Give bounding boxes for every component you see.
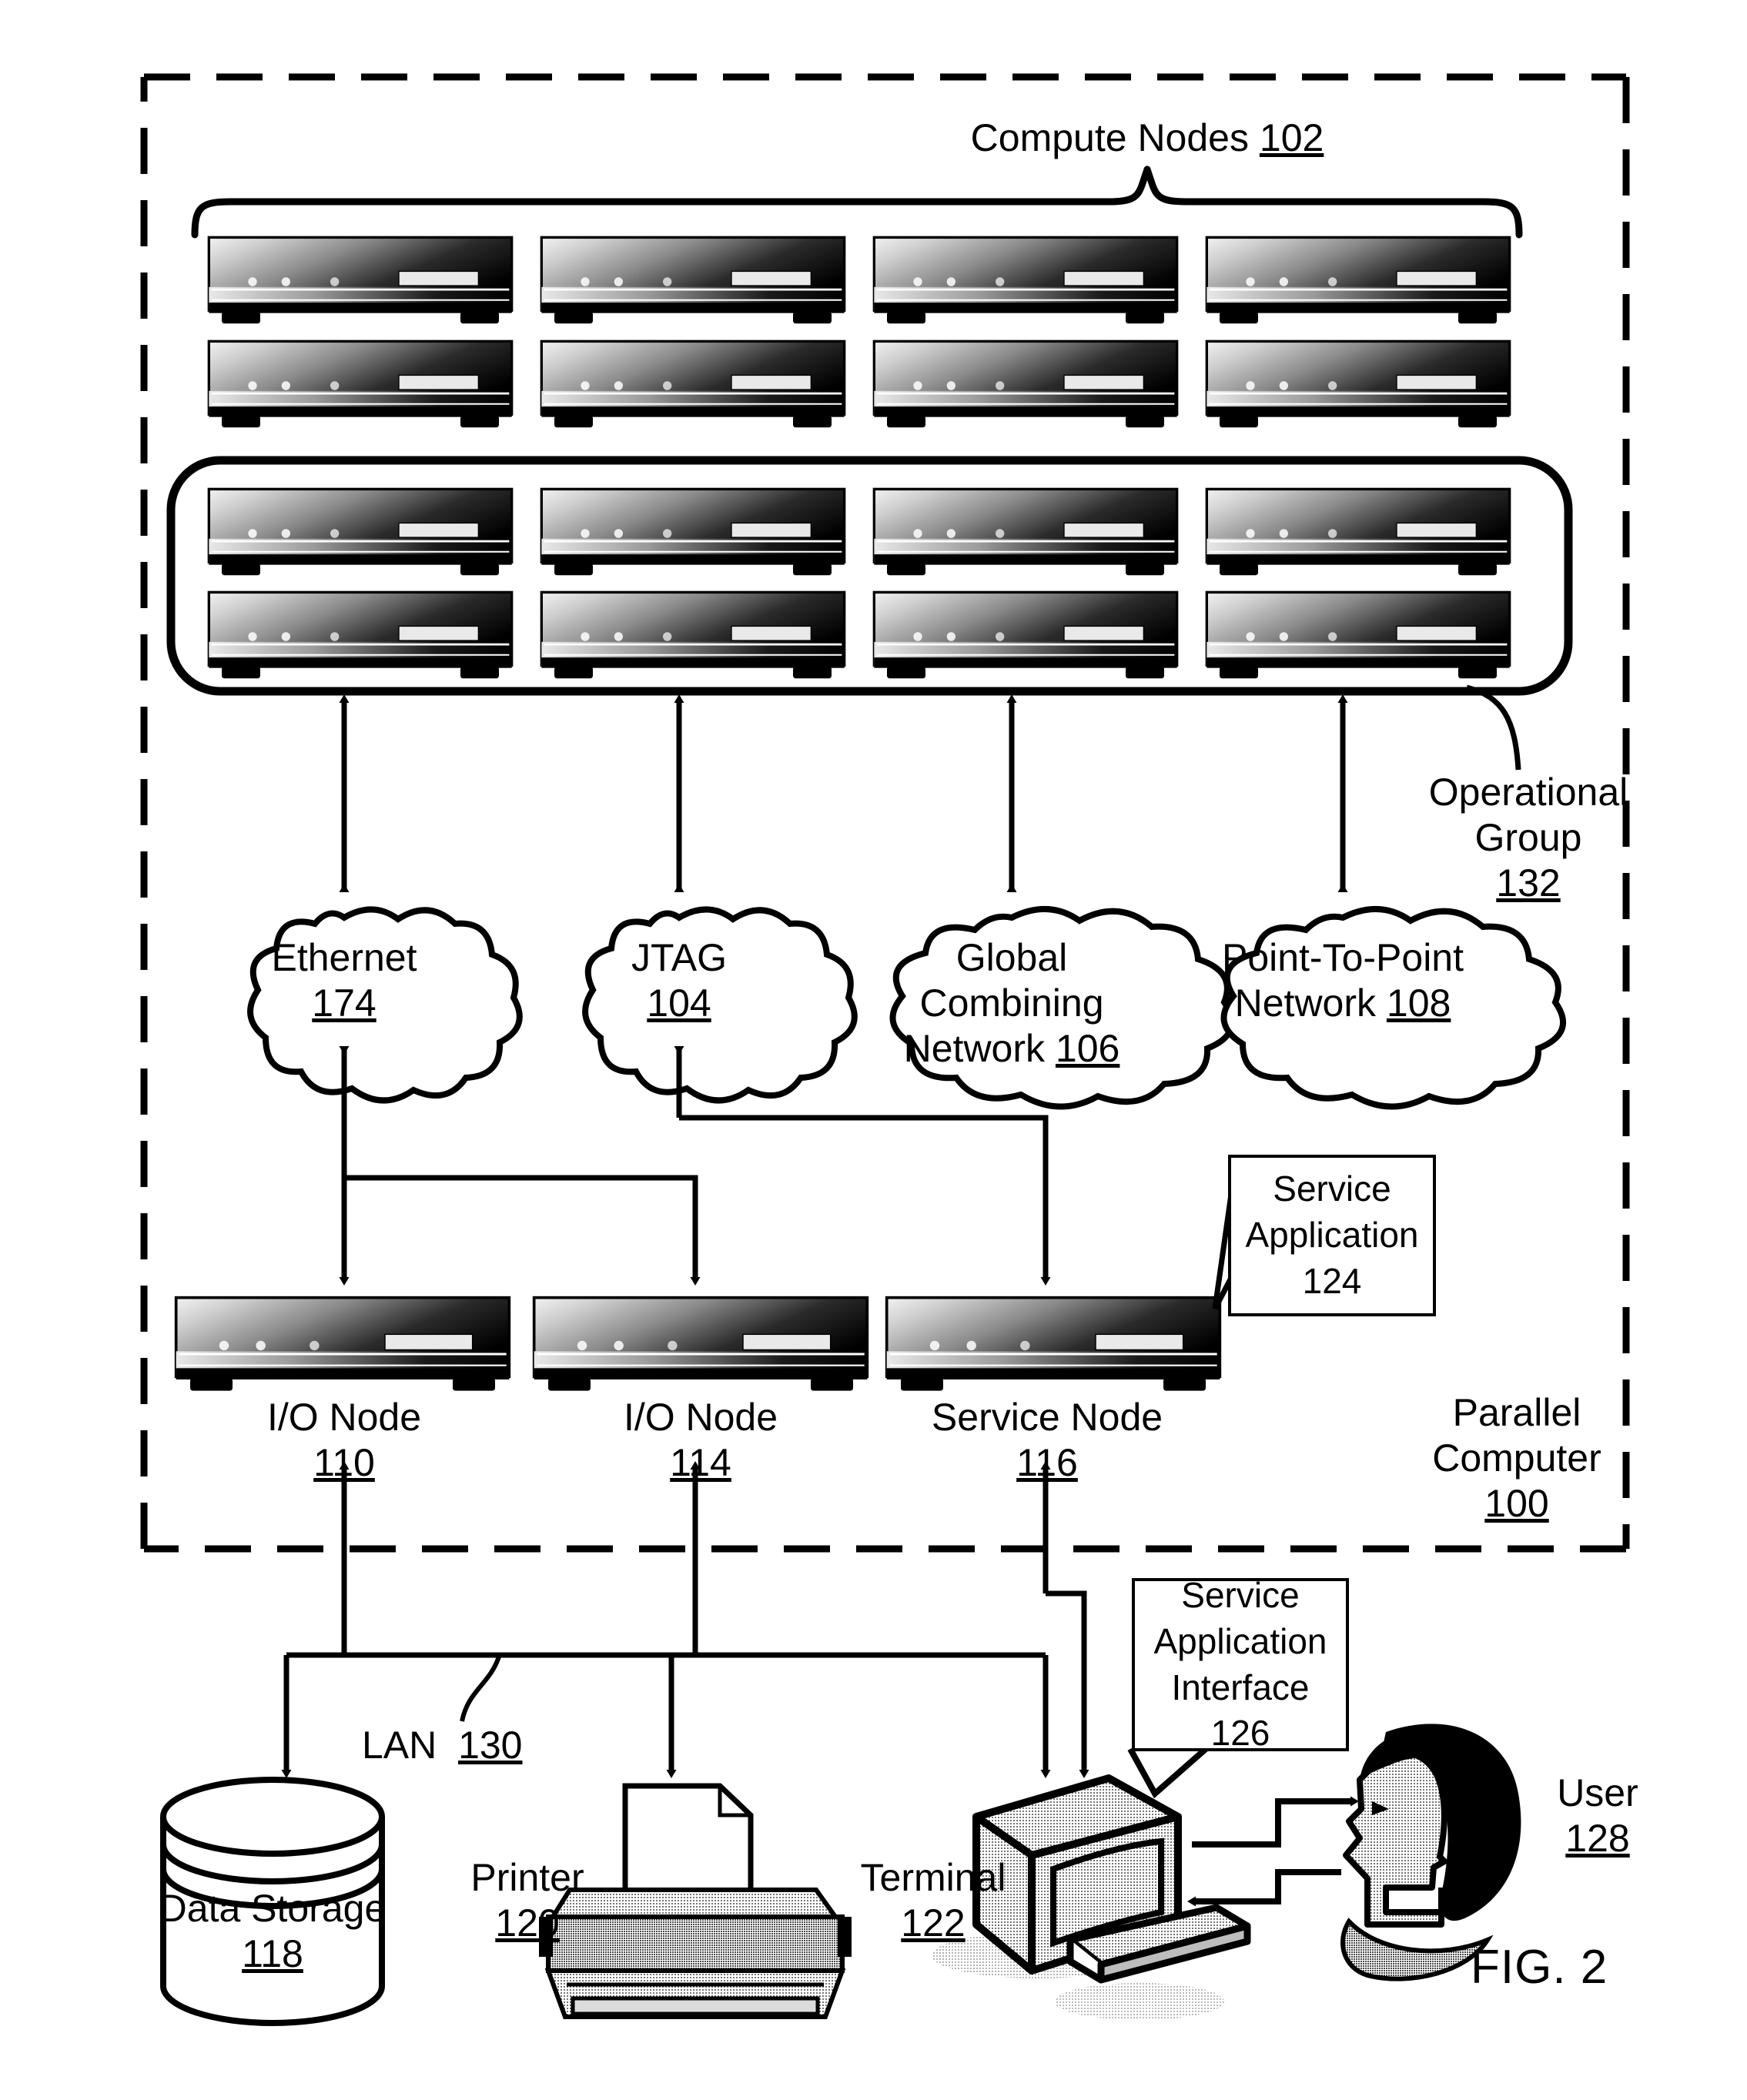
service-application-box: Service Application 124 <box>1228 1155 1436 1316</box>
cloud-label-ethernet: Ethernet 174 <box>271 936 417 1025</box>
compute-node-grid-operational <box>207 487 1511 680</box>
cloud-label-point-to-point: Point-To-Point Network 108 <box>1221 936 1464 1025</box>
service-node-label: Service Node 116 <box>931 1396 1163 1484</box>
figure-caption: FIG. 2 <box>1471 1941 1608 1994</box>
parallel-computer-label: Parallel Computer 100 <box>1432 1391 1601 1525</box>
io-node-110-label: I/O Node 110 <box>266 1396 422 1484</box>
user-label: User 128 <box>1557 1771 1638 1860</box>
cloud-label-jtag: JTAG 104 <box>631 936 728 1025</box>
compute-nodes-label: Compute Nodes <box>970 116 1249 159</box>
io-node-114-label: I/O Node 114 <box>623 1396 778 1484</box>
compute-nodes-brace <box>191 166 1523 239</box>
service-application-interface-box: Service Application Interface 126 <box>1132 1575 1349 1753</box>
operational-group-label: Operational Group 132 <box>1428 771 1628 905</box>
compute-node-grid-free <box>207 236 1511 429</box>
patent-figure-2: Compute Nodes 102 Operational Group 132 … <box>0 0 1747 2100</box>
group-to-network-arrows <box>339 694 1348 892</box>
lan-leader <box>460 1655 501 1722</box>
data-storage-label: Data Storage 118 <box>159 1887 387 1975</box>
terminal-label: Terminal 122 <box>860 1856 1006 1945</box>
io-service-node-icons <box>174 1296 1222 1393</box>
printer-label: Printer 120 <box>470 1856 584 1945</box>
cloud-label-global-combining: Global Combining Network 106 <box>903 936 1120 1070</box>
compute-nodes-ref: 102 <box>1259 116 1324 159</box>
lan-label: LAN 130 <box>362 1724 523 1767</box>
operational-group-leader <box>1466 684 1521 771</box>
compute-nodes-title: Compute Nodes 102 <box>955 115 1340 161</box>
